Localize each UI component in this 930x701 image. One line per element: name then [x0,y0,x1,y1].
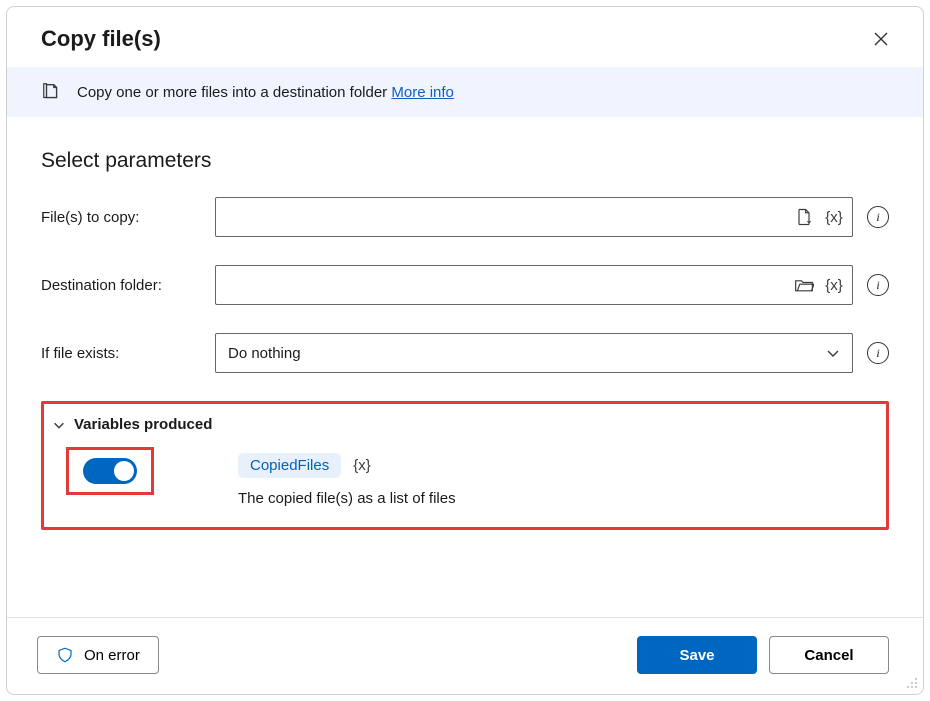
insert-variable-icon[interactable]: {x} [823,206,845,228]
dialog-footer: On error Save Cancel [7,617,923,694]
toggle-knob [114,461,134,481]
variable-info: CopiedFiles {x} The copied file(s) as a … [238,447,456,507]
info-bar-text: Copy one or more files into a destinatio… [77,84,454,101]
if-exists-value: Do nothing [228,345,301,362]
more-info-link[interactable]: More info [391,84,454,101]
if-exists-select[interactable]: Do nothing [215,333,853,373]
files-label: File(s) to copy: [41,209,201,226]
variable-toggle-highlight [66,447,154,495]
destination-label: Destination folder: [41,277,201,294]
variable-token-icon: {x} [353,457,371,474]
destination-help-icon[interactable]: i [867,274,889,296]
row-if-exists: If file exists: Do nothing i [41,333,889,373]
variables-produced-highlight: Variables produced CopiedFiles {x} The c… [41,401,889,530]
chevron-down-icon [52,418,66,432]
close-button[interactable] [867,25,895,53]
select-folder-icon[interactable] [793,274,815,296]
if-exists-help-icon[interactable]: i [867,342,889,364]
info-bar: Copy one or more files into a destinatio… [7,67,923,117]
select-file-icon[interactable] [793,206,815,228]
row-files-to-copy: File(s) to copy: {x} i [41,197,889,237]
destination-input[interactable] [215,265,853,305]
copy-files-dialog: Copy file(s) Copy one or more files into… [6,6,924,695]
variables-content: CopiedFiles {x} The copied file(s) as a … [52,447,868,507]
destination-field-wrap: {x} [215,265,853,305]
shield-icon [56,646,74,664]
files-field-wrap: {x} [215,197,853,237]
files-help-icon[interactable]: i [867,206,889,228]
info-text: Copy one or more files into a destinatio… [77,84,387,101]
variables-produced-toggle[interactable]: Variables produced [52,416,868,433]
dialog-header: Copy file(s) [7,7,923,67]
if-exists-label: If file exists: [41,345,201,362]
copy-files-icon [41,81,63,103]
if-exists-field-wrap: Do nothing [215,333,853,373]
files-input[interactable] [215,197,853,237]
footer-right-buttons: Save Cancel [637,636,889,674]
variable-description: The copied file(s) as a list of files [238,490,456,507]
on-error-button[interactable]: On error [37,636,159,674]
dialog-body: Select parameters File(s) to copy: {x} i [7,117,923,617]
on-error-label: On error [84,647,140,664]
cancel-button[interactable]: Cancel [769,636,889,674]
variable-enabled-toggle[interactable] [83,458,137,484]
dialog-title: Copy file(s) [41,26,161,52]
variables-heading: Variables produced [74,416,212,433]
variable-name-badge[interactable]: CopiedFiles [238,453,341,478]
row-destination: Destination folder: {x} i [41,265,889,305]
close-icon [873,31,889,47]
save-button[interactable]: Save [637,636,757,674]
parameters-heading: Select parameters [41,149,889,173]
insert-variable-icon[interactable]: {x} [823,274,845,296]
variable-name-row: CopiedFiles {x} [238,453,456,478]
